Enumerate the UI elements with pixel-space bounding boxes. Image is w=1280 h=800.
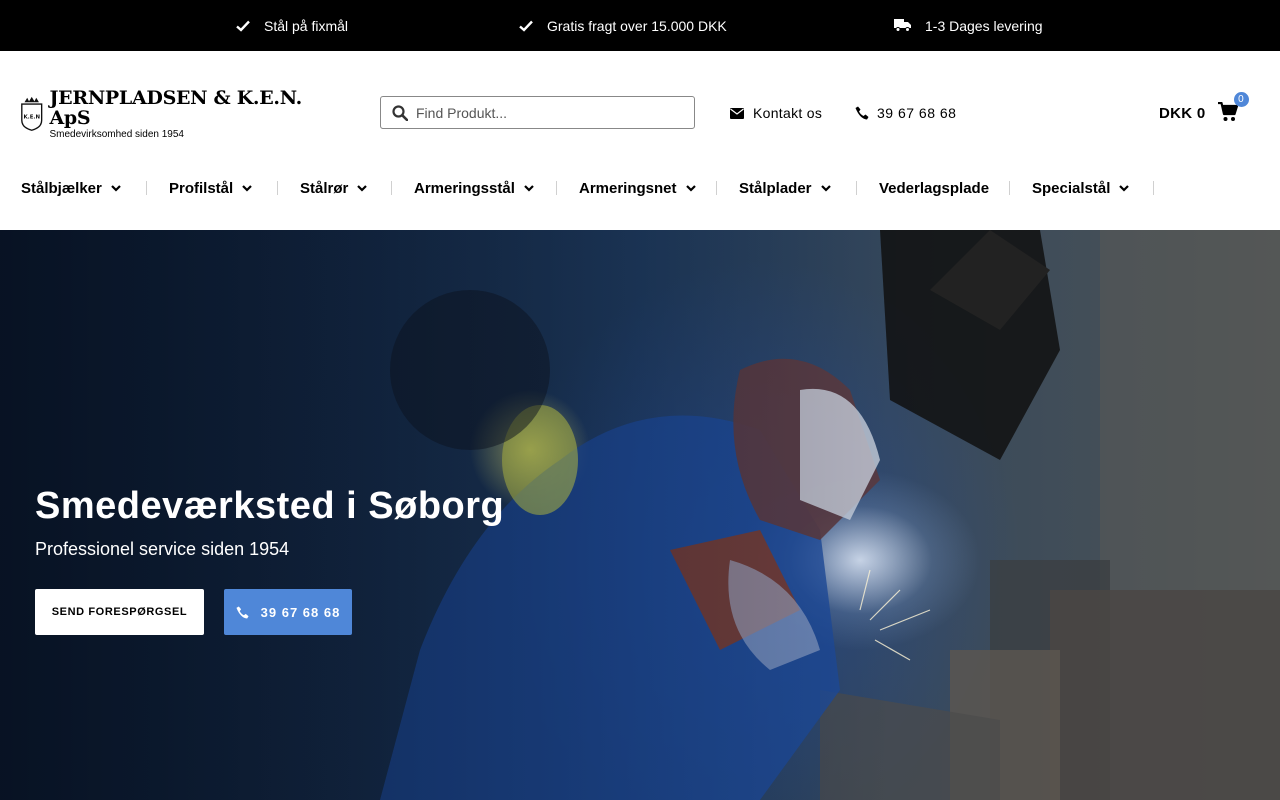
nav-item-specialstal[interactable]: Specialstål bbox=[1032, 178, 1130, 198]
cart-icon bbox=[1217, 101, 1238, 121]
usp-text: Gratis fragt over 15.000 DKK bbox=[547, 17, 727, 34]
nav-label: Armeringsnet bbox=[579, 179, 677, 197]
main-nav: Stålbjælker Profilstål Stålrør Armerings… bbox=[0, 178, 1280, 198]
phone-icon bbox=[236, 605, 249, 619]
nav-divider bbox=[716, 181, 717, 195]
nav-item-armeringsstal[interactable]: Armeringsstål bbox=[414, 178, 534, 198]
nav-item-vederlagsplade[interactable]: Vederlagsplade bbox=[879, 178, 989, 198]
cart-total: DKK 0 bbox=[1159, 104, 1206, 122]
nav-label: Stålbjælker bbox=[21, 179, 102, 197]
site-header: K.E.N JERNPLADSEN & K.E.N. ApS Smedevirk… bbox=[0, 51, 1280, 230]
cart-button[interactable]: DKK 0 0 bbox=[1159, 92, 1249, 126]
send-inquiry-button[interactable]: SEND FORESPØRGSEL bbox=[35, 589, 204, 635]
nav-divider bbox=[856, 181, 857, 195]
phone-link[interactable]: 39 67 68 68 bbox=[855, 102, 956, 124]
nav-item-stalplader[interactable]: Stålplader bbox=[739, 178, 831, 198]
nav-divider bbox=[391, 181, 392, 195]
chevron-down-icon bbox=[357, 184, 368, 192]
hero-title: Smedeværksted i Søborg bbox=[35, 485, 505, 527]
chevron-down-icon bbox=[1119, 184, 1130, 192]
nav-item-stalror[interactable]: Stålrør bbox=[300, 178, 368, 198]
nav-divider bbox=[1009, 181, 1010, 195]
chevron-down-icon bbox=[111, 184, 121, 192]
call-button[interactable]: 39 67 68 68 bbox=[224, 589, 352, 635]
nav-item-armeringsnet[interactable]: Armeringsnet bbox=[579, 178, 696, 198]
logo-tagline: Smedevirksomhed siden 1954 bbox=[49, 128, 184, 140]
check-icon bbox=[236, 20, 250, 32]
nav-divider bbox=[1153, 181, 1154, 195]
nav-divider bbox=[277, 181, 278, 195]
nav-label: Armeringsstål bbox=[414, 179, 515, 197]
usp-item: 1-3 Dages levering bbox=[894, 0, 1043, 51]
usp-text: Stål på fixmål bbox=[264, 17, 349, 34]
truck-icon bbox=[894, 19, 911, 32]
nav-divider bbox=[556, 181, 557, 195]
nav-label: Vederlagsplade bbox=[879, 179, 990, 197]
crest-icon: K.E.N bbox=[21, 96, 43, 131]
usp-item: Stål på fixmål bbox=[236, 0, 348, 51]
nav-label: Stålplader bbox=[739, 179, 812, 197]
hero-subtitle: Professionel service siden 1954 bbox=[35, 539, 290, 559]
usp-item: Gratis fragt over 15.000 DKK bbox=[519, 0, 727, 51]
contact-label: Kontakt os bbox=[753, 105, 823, 121]
search-icon[interactable] bbox=[392, 104, 408, 121]
nav-label: Profilstål bbox=[169, 179, 234, 197]
logo-brand: JERNPLADSEN & K.E.N. ApS bbox=[49, 86, 302, 129]
usp-text: 1-3 Dages levering bbox=[925, 17, 1043, 34]
crest-text: K.E.N bbox=[23, 115, 40, 121]
chevron-down-icon bbox=[524, 184, 534, 192]
hero-banner: Smedeværksted i Søborg Professionel serv… bbox=[0, 230, 1280, 800]
nav-item-profilstal[interactable]: Profilstål bbox=[169, 178, 252, 198]
nav-label: Stålrør bbox=[300, 179, 349, 197]
chevron-down-icon bbox=[685, 184, 696, 192]
search-input[interactable] bbox=[416, 104, 676, 121]
check-icon bbox=[519, 20, 533, 32]
site-logo[interactable]: K.E.N JERNPLADSEN & K.E.N. ApS Smedevirk… bbox=[20, 88, 320, 140]
phone-number: 39 67 68 68 bbox=[877, 105, 957, 121]
chevron-down-icon bbox=[242, 184, 252, 192]
phone-icon bbox=[855, 106, 869, 120]
envelope-icon bbox=[730, 107, 744, 119]
call-button-label: 39 67 68 68 bbox=[260, 604, 341, 620]
chevron-down-icon bbox=[820, 184, 831, 192]
nav-label: Specialstål bbox=[1032, 179, 1111, 197]
contact-link[interactable]: Kontakt os bbox=[730, 102, 822, 124]
search-box bbox=[380, 96, 695, 129]
usp-bar: Stål på fixmål Gratis fragt over 15.000 … bbox=[0, 0, 1280, 51]
nav-divider bbox=[146, 181, 147, 195]
cart-count-badge: 0 bbox=[1233, 92, 1249, 107]
nav-item-stalbjaelker[interactable]: Stålbjælker bbox=[21, 178, 121, 198]
